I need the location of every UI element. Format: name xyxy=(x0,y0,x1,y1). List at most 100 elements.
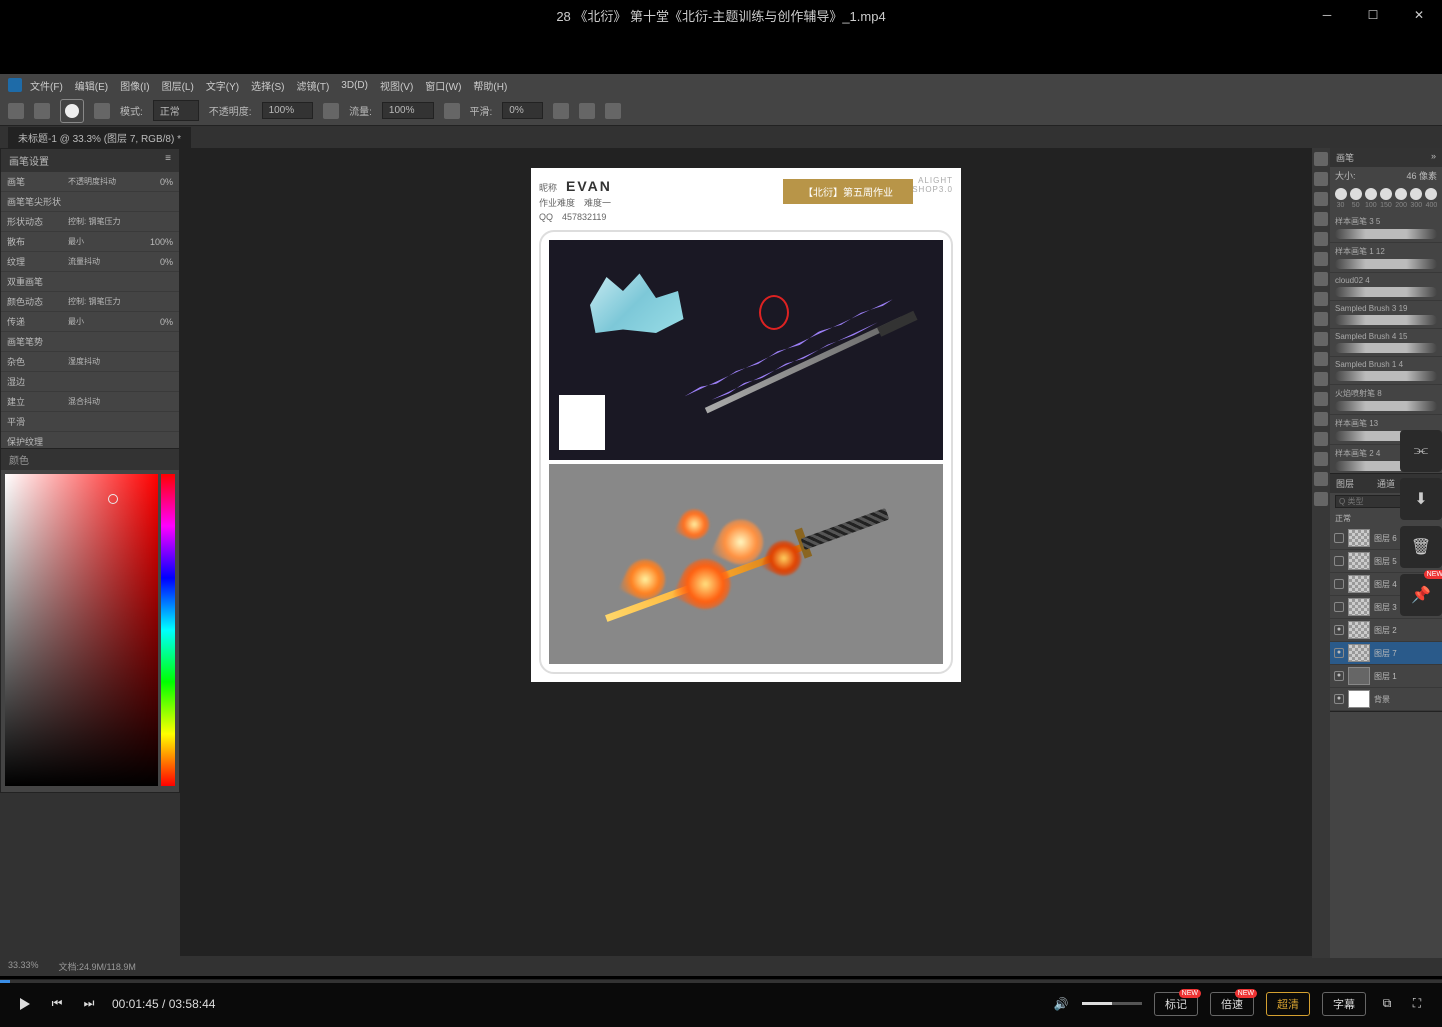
brush-size-preset[interactable]: 30 xyxy=(1335,188,1347,209)
nav-icon[interactable] xyxy=(1314,212,1328,226)
nav-icon[interactable] xyxy=(1314,372,1328,386)
pressure-size-icon[interactable] xyxy=(579,103,595,119)
brush-size-preset[interactable]: 400 xyxy=(1425,188,1437,209)
brush-setting-row[interactable]: 形状动态控制: 钢笔压力 xyxy=(1,212,179,232)
brush-size-preset[interactable]: 300 xyxy=(1410,188,1422,209)
visibility-toggle[interactable] xyxy=(1334,602,1344,612)
size-value[interactable]: 46 像素 xyxy=(1406,169,1437,182)
brush-preset-item[interactable]: 样本画笔 1 12 xyxy=(1330,243,1442,273)
quality-button[interactable]: 超清 xyxy=(1266,992,1310,1016)
canvas-area[interactable]: 昵称 EVAN 作业难度 难度一 QQ 457832119 ALIGHTWORK… xyxy=(180,148,1312,956)
menu-edit[interactable]: 编辑(E) xyxy=(75,78,108,93)
menu-view[interactable]: 视图(V) xyxy=(380,78,413,93)
maximize-button[interactable]: ☐ xyxy=(1350,0,1396,30)
panel-menu-icon[interactable]: » xyxy=(1431,151,1436,164)
menu-file[interactable]: 文件(F) xyxy=(30,78,63,93)
layer-item[interactable]: 图层 7 xyxy=(1330,642,1442,665)
layer-item[interactable]: 背景 xyxy=(1330,688,1442,711)
nav-icon[interactable] xyxy=(1314,472,1328,486)
nav-icon[interactable] xyxy=(1314,292,1328,306)
brush-preset-picker[interactable] xyxy=(60,99,84,123)
next-button[interactable]: ⏭ xyxy=(80,995,98,1013)
pip-button[interactable]: ⧉ xyxy=(1378,995,1396,1013)
brush-panel-icon[interactable] xyxy=(94,103,110,119)
zoom-level[interactable]: 33.33% xyxy=(8,960,39,974)
nav-icon[interactable] xyxy=(1314,492,1328,506)
brush-setting-row[interactable]: 散布最小100% xyxy=(1,232,179,252)
fullscreen-button[interactable]: ⛶ xyxy=(1408,995,1426,1013)
progress-bar[interactable] xyxy=(0,980,1442,983)
minimize-button[interactable]: ─ xyxy=(1304,0,1350,30)
nav-icon[interactable] xyxy=(1314,232,1328,246)
visibility-toggle[interactable] xyxy=(1334,625,1344,635)
brush-setting-row[interactable]: 画笔笔尖形状 xyxy=(1,192,179,212)
nav-icon[interactable] xyxy=(1314,452,1328,466)
brush-size-preset[interactable]: 150 xyxy=(1380,188,1392,209)
color-field[interactable] xyxy=(5,474,158,786)
volume-slider[interactable] xyxy=(1082,1002,1142,1005)
nav-icon[interactable] xyxy=(1314,192,1328,206)
brush-preset-item[interactable]: Sampled Brush 3 19 xyxy=(1330,301,1442,329)
brush-size-preset[interactable]: 200 xyxy=(1395,188,1407,209)
color-tab[interactable]: 颜色 xyxy=(1,449,37,470)
nav-icon[interactable] xyxy=(1314,432,1328,446)
brush-setting-row[interactable]: 纹理流量抖动0% xyxy=(1,252,179,272)
layer-item[interactable]: 图层 2 xyxy=(1330,619,1442,642)
nav-icon[interactable] xyxy=(1314,172,1328,186)
subtitle-button[interactable]: 字幕 xyxy=(1322,992,1366,1016)
pressure-opacity-icon[interactable] xyxy=(323,103,339,119)
smooth-input[interactable]: 0% xyxy=(502,102,542,119)
volume-icon[interactable]: 🔊 xyxy=(1052,995,1070,1013)
brush-setting-row[interactable]: 画笔笔势 xyxy=(1,332,179,352)
flow-input[interactable]: 100% xyxy=(382,102,434,119)
nav-icon[interactable] xyxy=(1314,352,1328,366)
nav-icon[interactable] xyxy=(1314,412,1328,426)
mode-dropdown[interactable]: 正常 xyxy=(153,100,199,121)
panel-menu-icon[interactable]: ≡ xyxy=(165,153,171,168)
airbrush-icon[interactable] xyxy=(444,103,460,119)
opacity-input[interactable]: 100% xyxy=(262,102,314,119)
menu-window[interactable]: 窗口(W) xyxy=(425,78,461,93)
menu-3d[interactable]: 3D(D) xyxy=(341,80,368,91)
visibility-toggle[interactable] xyxy=(1334,579,1344,589)
brush-setting-row[interactable]: 传递最小0% xyxy=(1,312,179,332)
speed-button[interactable]: 倍速NEW xyxy=(1210,992,1254,1016)
nav-icon[interactable] xyxy=(1314,272,1328,286)
mark-button[interactable]: 标记NEW xyxy=(1154,992,1198,1016)
menu-text[interactable]: 文字(Y) xyxy=(206,78,239,93)
channels-tab[interactable]: 通道 xyxy=(1377,477,1395,490)
nav-icon[interactable] xyxy=(1314,252,1328,266)
brush-setting-row[interactable]: 双重画笔 xyxy=(1,272,179,292)
visibility-toggle[interactable] xyxy=(1334,533,1344,543)
brush-setting-row[interactable]: 画笔不透明度抖动0% xyxy=(1,172,179,192)
brush-preset-item[interactable]: Sampled Brush 4 15 xyxy=(1330,329,1442,357)
delete-button[interactable]: 🗑 xyxy=(1400,526,1442,568)
symmetry-icon[interactable] xyxy=(605,103,621,119)
brush-preset-item[interactable]: Sampled Brush 1 4 xyxy=(1330,357,1442,385)
gear-icon[interactable] xyxy=(553,103,569,119)
nav-icon[interactable] xyxy=(1314,152,1328,166)
brush-setting-row[interactable]: 颜色动态控制: 钢笔压力 xyxy=(1,292,179,312)
brush-preset-item[interactable]: 火焰喷射笔 8 xyxy=(1330,385,1442,415)
document-tab[interactable]: 未标题-1 @ 33.3% (图层 7, RGB/8) * xyxy=(8,127,191,148)
prev-button[interactable]: ⏮ xyxy=(48,995,66,1013)
brush-setting-row[interactable]: 建立混合抖动 xyxy=(1,392,179,412)
share-button[interactable]: ⫘ xyxy=(1400,430,1442,472)
menu-help[interactable]: 帮助(H) xyxy=(473,78,507,93)
brush-preset-item[interactable]: 样本画笔 3 5 xyxy=(1330,213,1442,243)
layers-tab[interactable]: 图层 xyxy=(1336,477,1354,490)
close-button[interactable]: ✕ xyxy=(1396,0,1442,30)
play-button[interactable] xyxy=(16,995,34,1013)
nav-icon[interactable] xyxy=(1314,332,1328,346)
hue-slider[interactable] xyxy=(161,474,175,786)
visibility-toggle[interactable] xyxy=(1334,694,1344,704)
menu-select[interactable]: 选择(S) xyxy=(251,78,284,93)
layer-item[interactable]: 图层 1 xyxy=(1330,665,1442,688)
brush-preset-item[interactable]: cloud02 4 xyxy=(1330,273,1442,301)
brush-size-preset[interactable]: 100 xyxy=(1365,188,1377,209)
visibility-toggle[interactable] xyxy=(1334,556,1344,566)
brush-size-preset[interactable]: 50 xyxy=(1350,188,1362,209)
pin-button[interactable]: 📌NEW xyxy=(1400,574,1442,616)
nav-icon[interactable] xyxy=(1314,312,1328,326)
menu-layer[interactable]: 图层(L) xyxy=(162,78,194,93)
